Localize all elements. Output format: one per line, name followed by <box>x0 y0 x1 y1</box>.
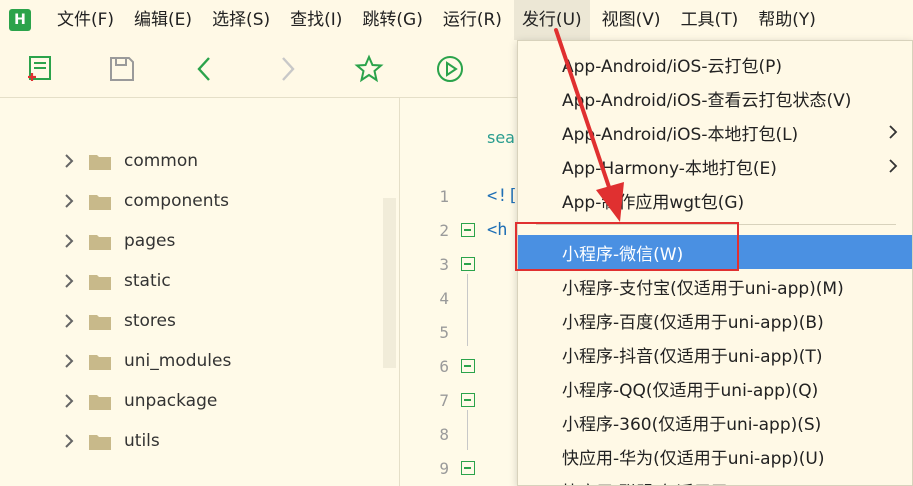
tree-folder-row[interactable]: pages <box>0 221 400 261</box>
tree-folder-row[interactable]: stores <box>0 301 400 341</box>
chevron-right-icon[interactable] <box>62 313 76 329</box>
menu-item-app-local-pack[interactable]: App-Android/iOS-本地打包(L) <box>518 115 912 149</box>
menu-edit[interactable]: 编辑(E) <box>126 0 200 40</box>
folder-label: uni_modules <box>124 351 232 371</box>
fold-toggle-icon[interactable] <box>461 223 475 237</box>
project-explorer: common components pages static stores un… <box>0 98 400 486</box>
menu-item-label: 快应用-联盟(仅适用于uni-app)(K) <box>562 478 823 486</box>
chevron-right-icon[interactable] <box>62 353 76 369</box>
menu-view[interactable]: 视图(V) <box>594 0 669 40</box>
forward-icon[interactable] <box>270 52 304 86</box>
menu-help[interactable]: 帮助(Y) <box>750 0 824 40</box>
menu-tools[interactable]: 工具(T) <box>673 0 747 40</box>
save-icon[interactable] <box>105 52 139 86</box>
tree-folder-row[interactable]: common <box>0 141 400 181</box>
menu-item-mp-qq[interactable]: 小程序-QQ(仅适用于uni-app)(Q) <box>518 371 912 405</box>
menu-item-label: 快应用-华为(仅适用于uni-app)(U) <box>562 448 825 469</box>
folder-label: utils <box>124 431 160 451</box>
folder-label: components <box>124 191 230 211</box>
tree-folder-row[interactable]: unpackage <box>0 381 400 421</box>
chevron-right-icon[interactable] <box>62 393 76 409</box>
line-number: 4 <box>439 289 449 308</box>
code-line: <![ <box>487 186 518 206</box>
fold-guide-line <box>467 410 468 450</box>
menu-item-label: 小程序-百度(仅适用于uni-app)(B) <box>562 312 824 333</box>
chevron-right-icon[interactable] <box>62 233 76 249</box>
folder-icon <box>89 435 111 450</box>
sidebar-scrollbar[interactable] <box>383 198 396 368</box>
fold-toggle-icon[interactable] <box>461 257 475 271</box>
folder-icon <box>89 275 111 290</box>
line-number: 6 <box>439 357 449 376</box>
folder-icon <box>89 155 111 170</box>
menu-item-mp-alipay[interactable]: 小程序-支付宝(仅适用于uni-app)(M) <box>518 269 912 303</box>
menu-item-label: App-Harmony-本地打包(E) <box>562 158 777 179</box>
menu-item-label: 小程序-QQ(仅适用于uni-app)(Q) <box>562 380 819 401</box>
tree-folder-row[interactable]: uni_modules <box>0 341 400 381</box>
folder-icon <box>89 235 111 250</box>
submenu-arrow-icon <box>889 159 898 173</box>
tree-folder-row[interactable]: components <box>0 181 400 221</box>
line-number: 1 <box>439 187 449 206</box>
menu-select[interactable]: 选择(S) <box>204 0 278 40</box>
folder-label: stores <box>124 311 176 331</box>
code-line: <h <box>487 220 508 240</box>
fold-guide-line <box>467 274 468 346</box>
line-number: 9 <box>439 459 449 478</box>
star-icon[interactable] <box>352 52 386 86</box>
menu-item-label: App-Android/iOS-查看云打包状态(V) <box>562 90 852 111</box>
chevron-right-icon[interactable] <box>62 433 76 449</box>
menu-item-mp-360[interactable]: 小程序-360(仅适用于uni-app)(S) <box>518 405 912 439</box>
menu-item-label: 小程序-360(仅适用于uni-app)(S) <box>562 414 822 435</box>
menu-item-app-cloud-status[interactable]: App-Android/iOS-查看云打包状态(V) <box>518 81 912 115</box>
tree-folder-row[interactable]: static <box>0 261 400 301</box>
chevron-right-icon[interactable] <box>62 193 76 209</box>
folder-icon <box>89 195 111 210</box>
menu-item-mp-baidu[interactable]: 小程序-百度(仅适用于uni-app)(B) <box>518 303 912 337</box>
line-number: 7 <box>439 391 449 410</box>
menu-item-label: App-Android/iOS-云打包(P) <box>562 56 782 77</box>
menu-goto[interactable]: 跳转(G) <box>354 0 430 40</box>
menu-item-harmony-local-pack[interactable]: App-Harmony-本地打包(E) <box>518 149 912 183</box>
new-file-icon[interactable] <box>22 52 56 86</box>
chevron-right-icon[interactable] <box>62 153 76 169</box>
folder-label: unpackage <box>124 391 218 411</box>
menu-item-label: App-制作应用wgt包(G) <box>562 192 745 213</box>
menu-item-quickapp-union[interactable]: 快应用-联盟(仅适用于uni-app)(K) <box>518 473 912 486</box>
submenu-arrow-icon <box>889 125 898 139</box>
back-icon[interactable] <box>188 52 222 86</box>
menu-item-app-wgt[interactable]: App-制作应用wgt包(G) <box>518 183 912 217</box>
line-number: 2 <box>439 221 449 240</box>
fold-toggle-icon[interactable] <box>461 359 475 373</box>
menu-publish[interactable]: 发行(U) <box>513 0 590 40</box>
menu-item-label: 小程序-抖音(仅适用于uni-app)(T) <box>562 346 823 367</box>
editor-search-text: sea <box>487 128 515 147</box>
annotation-highlight-box <box>515 222 739 271</box>
folder-icon <box>89 395 111 410</box>
menu-item-quickapp-huawei[interactable]: 快应用-华为(仅适用于uni-app)(U) <box>518 439 912 473</box>
menubar: H 文件(F) 编辑(E) 选择(S) 查找(I) 跳转(G) 运行(R) 发行… <box>0 0 913 40</box>
folder-icon <box>89 355 111 370</box>
folder-label: common <box>124 151 199 171</box>
line-number: 8 <box>439 425 449 444</box>
menu-run[interactable]: 运行(R) <box>435 0 510 40</box>
menu-item-label: App-Android/iOS-本地打包(L) <box>562 124 799 145</box>
tree-folder-row[interactable]: utils <box>0 421 400 461</box>
folder-label: pages <box>124 231 176 251</box>
menu-file[interactable]: 文件(F) <box>49 0 122 40</box>
fold-toggle-icon[interactable] <box>461 393 475 407</box>
line-number: 5 <box>439 323 449 342</box>
chevron-right-icon[interactable] <box>62 273 76 289</box>
folder-icon <box>89 315 111 330</box>
run-icon[interactable] <box>433 52 467 86</box>
line-number: 3 <box>439 255 449 274</box>
menu-find[interactable]: 查找(I) <box>282 0 350 40</box>
fold-toggle-icon[interactable] <box>461 461 475 475</box>
menu-item-mp-douyin[interactable]: 小程序-抖音(仅适用于uni-app)(T) <box>518 337 912 371</box>
app-logo: H <box>9 9 31 31</box>
menu-item-app-cloud-pack[interactable]: App-Android/iOS-云打包(P) <box>518 47 912 81</box>
menu-item-label: 小程序-支付宝(仅适用于uni-app)(M) <box>562 278 844 299</box>
folder-label: static <box>124 271 171 291</box>
